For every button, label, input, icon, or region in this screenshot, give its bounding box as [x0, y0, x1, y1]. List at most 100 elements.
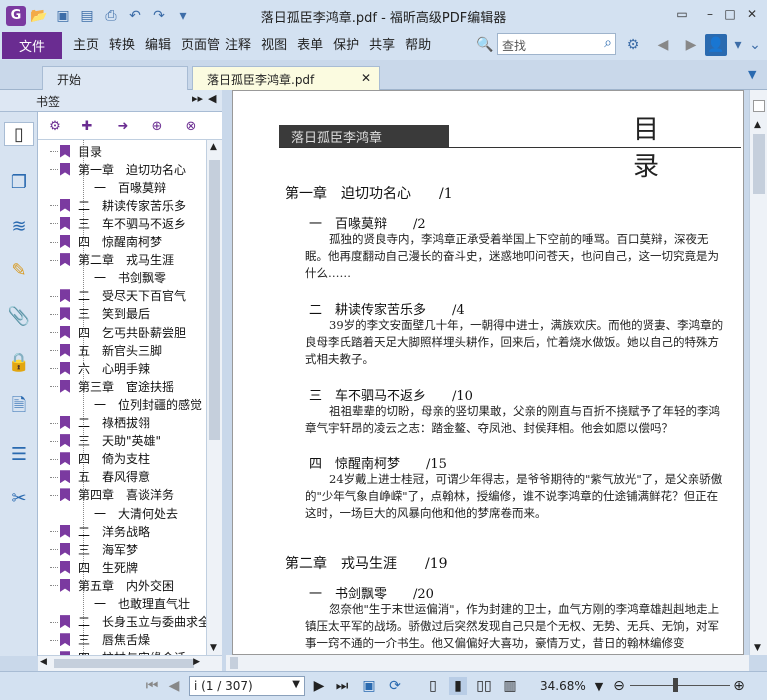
bookmark-item[interactable]: 三 车不驷马不返乡	[50, 214, 186, 232]
search-input[interactable]: 查找 ⌕	[497, 33, 616, 55]
file-menu-button[interactable]: 文件	[2, 32, 62, 59]
print-icon[interactable]: ⎙	[100, 5, 122, 27]
tab-start[interactable]: 开始	[42, 66, 188, 90]
page-dropdown-icon[interactable]: ▼	[292, 679, 300, 690]
redo-icon[interactable]: ↷	[148, 5, 170, 27]
search-icon[interactable]: ⌕	[604, 35, 612, 51]
bookmark-item[interactable]: 二 耕读传家苦乐多	[50, 196, 186, 214]
bookmark-item[interactable]: 六 心明手辣	[50, 359, 150, 377]
find-folder-icon[interactable]: 🔍	[474, 34, 496, 56]
forward-arrow-icon[interactable]: ▶	[680, 34, 702, 56]
bookmark-item[interactable]: 五 新官头三脚	[50, 341, 162, 359]
bookmark-item[interactable]: 二 长身玉立与委曲求全	[50, 613, 206, 631]
tools-icon[interactable]: ✂	[7, 486, 31, 510]
bookmark-item[interactable]: 三 天助"英雄"	[50, 432, 161, 450]
expand-panel-icon[interactable]: ▸▸	[192, 92, 203, 105]
document-horizontal-scrollbar[interactable]	[226, 655, 749, 671]
user-avatar-icon[interactable]: 👤	[705, 34, 727, 56]
add-bookmark-icon[interactable]: ✚	[78, 117, 96, 135]
zoom-dropdown-icon[interactable]: ▼	[592, 677, 606, 695]
settings-gear-icon[interactable]: ⚙	[622, 34, 644, 56]
bookmark-item[interactable]: 第四章 喜谈洋务	[50, 486, 174, 504]
bookmark-item[interactable]: 五 春风得意	[50, 468, 150, 486]
tree-vertical-scrollbar[interactable]: ▲ ▼	[206, 140, 222, 655]
tab-list-icon[interactable]: ▼	[748, 68, 756, 81]
bookmark-item[interactable]: 第一章 迫切功名心	[50, 160, 186, 178]
zoom-out-icon[interactable]: ⊖	[610, 677, 628, 695]
bookmark-page-icon[interactable]: ▯	[4, 122, 34, 146]
security-lock-icon[interactable]: 🔒	[7, 350, 31, 374]
save-icon[interactable]: ▣	[52, 5, 74, 27]
save-as-icon[interactable]: ▤	[76, 5, 98, 27]
tree-scroll-thumb[interactable]	[209, 160, 220, 440]
bookmark-item[interactable]: 一 位列封疆的感觉	[94, 395, 202, 413]
menu-protect[interactable]: 保护	[328, 32, 364, 59]
next-page-icon[interactable]: ▶	[310, 677, 328, 695]
document-properties-icon[interactable]: 🗎	[7, 395, 31, 420]
document-hscroll-thumb[interactable]	[230, 657, 238, 669]
last-page-icon[interactable]: ⏭	[333, 677, 351, 695]
bookmark-item[interactable]: 四 乞丐共卧薪尝胆	[50, 323, 186, 341]
menu-home[interactable]: 主页	[68, 32, 104, 59]
bookmark-item[interactable]: 三 唇焦舌燥	[50, 631, 150, 649]
zoom-slider[interactable]	[630, 685, 730, 686]
facing-pages-icon[interactable]: ▯▯	[475, 677, 493, 695]
comments-icon[interactable]: ✎	[7, 258, 31, 282]
bookmark-item[interactable]: 目录	[50, 142, 102, 160]
zoom-in-icon[interactable]: ⊕	[730, 677, 748, 695]
move-bookmark-icon[interactable]: ➜	[114, 117, 132, 135]
tree-hscroll-thumb[interactable]	[54, 659, 194, 668]
prev-page-icon[interactable]: ◀	[165, 677, 183, 695]
menu-edit[interactable]: 编辑	[140, 32, 176, 59]
document-vertical-scrollbar[interactable]: ▲ ▼	[749, 90, 767, 655]
page-number-input[interactable]: i (1 / 307) ▼	[189, 676, 305, 696]
bookmark-item[interactable]: 四 惊醒南柯梦	[50, 233, 162, 251]
bookmark-item[interactable]: 第二章 戎马生涯	[50, 251, 174, 269]
menu-share[interactable]: 共享	[364, 32, 400, 59]
delete-bookmark-icon[interactable]: ⊗	[182, 117, 200, 135]
collapse-panel-icon[interactable]: ◀	[208, 92, 216, 105]
single-page-icon[interactable]: ▯	[424, 677, 442, 695]
split-icon[interactable]	[753, 100, 765, 112]
back-arrow-icon[interactable]: ◀	[652, 34, 674, 56]
layers-icon[interactable]: ≋	[7, 214, 31, 238]
menu-page-management[interactable]: 页面管理	[176, 32, 220, 59]
bookmark-item[interactable]: 三 笑到最后	[50, 305, 150, 323]
continuous-page-icon[interactable]: ▮	[449, 677, 467, 695]
menu-form[interactable]: 表单	[292, 32, 328, 59]
attachment-icon[interactable]: 📎	[7, 304, 31, 328]
bookmark-item[interactable]: 二 洋务战略	[50, 522, 150, 540]
undo-icon[interactable]: ↶	[124, 5, 146, 27]
open-icon[interactable]: 📂	[28, 5, 50, 27]
bookmark-item[interactable]: 一 大清何处去	[94, 504, 178, 522]
menu-comment[interactable]: 注释	[220, 32, 256, 59]
bookmark-item[interactable]: 第五章 内外交困	[50, 576, 174, 594]
bookmark-settings-icon[interactable]: ⚙	[46, 117, 64, 135]
rotate-view-icon[interactable]: ⟳	[386, 677, 404, 695]
bookmark-item[interactable]: 一 百喙莫辩	[94, 178, 166, 196]
zoom-slider-thumb[interactable]	[673, 678, 678, 692]
menu-view[interactable]: 视图	[256, 32, 292, 59]
continuous-facing-icon[interactable]: ▥	[501, 677, 519, 695]
bookmark-item[interactable]: 四 生死牌	[50, 558, 138, 576]
bookmark-item[interactable]: 第三章 宦途扶摇	[50, 377, 174, 395]
ribbon-toggle-icon[interactable]: ▭	[672, 5, 692, 23]
menu-help[interactable]: 帮助	[400, 32, 436, 59]
new-bookmark-page-icon[interactable]: ⊕	[148, 117, 166, 135]
bookmark-item[interactable]: 二 受尽天下百官气	[50, 287, 186, 305]
document-scroll-thumb[interactable]	[753, 134, 765, 194]
cover-page-icon[interactable]: ▣	[360, 677, 378, 695]
bookmark-item[interactable]: 一 也敢理直气壮	[94, 595, 190, 613]
tab-document[interactable]: 落日孤臣李鸿章.pdf ✕	[192, 66, 380, 90]
collapse-ribbon-icon[interactable]: ⌄	[744, 34, 766, 56]
bookmark-item[interactable]: 三 海军梦	[50, 540, 138, 558]
bookmark-item[interactable]: 二 祿栖拔翎	[50, 414, 150, 432]
bookmark-item[interactable]: 四 倚为支柱	[50, 450, 150, 468]
customize-dropdown-icon[interactable]: ▾	[172, 5, 194, 27]
minimize-button[interactable]: –	[700, 5, 720, 23]
pages-thumbnail-icon[interactable]: ❐	[7, 170, 31, 194]
maximize-button[interactable]: □	[720, 5, 740, 23]
content-list-icon[interactable]: ☰	[7, 442, 31, 466]
close-button[interactable]: ✕	[742, 5, 762, 23]
bookmark-item[interactable]: 一 书剑飘零	[94, 269, 166, 287]
